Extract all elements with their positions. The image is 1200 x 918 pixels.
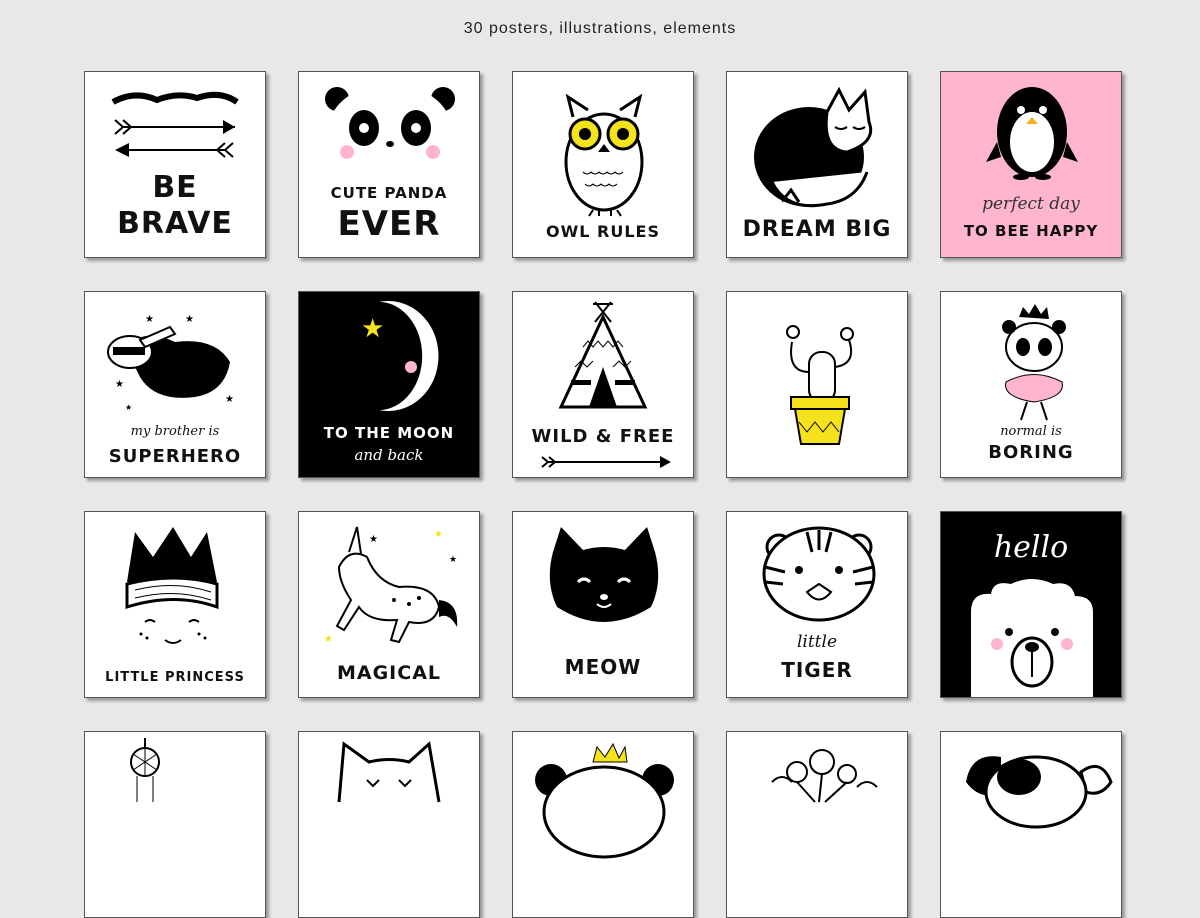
poster-text-line-1: normal is [1000, 424, 1062, 439]
cactus-icon [786, 325, 854, 445]
poster-grid: BE BRAVE CUTE PANDA EVER OWL RULES DREAM… [84, 71, 1122, 918]
poster-text-line-1: TO THE MOON [323, 424, 455, 442]
svg-text:★: ★ [361, 314, 384, 344]
panda-crown-icon [535, 742, 674, 859]
poster-text-line-2: TO BEE HAPPY [963, 222, 1099, 240]
poster-dreamcatcher[interactable] [84, 731, 266, 918]
poster-owl-rules[interactable]: OWL RULES [512, 71, 694, 258]
poster-text-line-2: and back [354, 446, 424, 464]
poster-text-line-1: perfect day [982, 194, 1080, 214]
poster-moon[interactable]: ★ TO THE MOON and back [298, 291, 480, 478]
svg-text:★: ★ [125, 403, 132, 412]
poster-text-line-2: SUPERHERO [108, 446, 242, 467]
flowers-icon [771, 749, 878, 803]
page-title: 30 posters, illustrations, elements [463, 20, 737, 37]
poster-panda-crown[interactable] [512, 731, 694, 918]
svg-text:★: ★ [324, 634, 333, 645]
poster-princess[interactable]: LITTLE PRINCESS [84, 511, 266, 698]
poster-text-line-2: BORING [988, 442, 1074, 463]
poster-text-line-1: LITTLE PRINCESS [105, 670, 245, 685]
svg-text:★: ★ [115, 379, 124, 390]
poster-text-line-2: TIGER [781, 658, 853, 682]
svg-text:★: ★ [369, 534, 378, 545]
poster-text-line-1: OWL RULES [546, 222, 660, 241]
poster-cactus[interactable] [726, 291, 908, 478]
svg-text:★: ★ [225, 394, 234, 405]
cat-outline-icon [337, 741, 441, 803]
poster-magical[interactable]: ★ ★ ★ ★ MAGICAL [298, 511, 480, 698]
poster-superhero[interactable]: ★ ★ ★ ★ ★ my brother is SUPERHERO [84, 291, 266, 478]
poster-bee-happy[interactable]: perfect day TO BEE HAPPY [940, 71, 1122, 258]
poster-puppy[interactable] [940, 731, 1122, 918]
poster-text-line-1: my brother is [130, 424, 220, 439]
poster-text-line-1: hello [993, 530, 1069, 565]
poster-wild-free[interactable]: WILD & FREE [512, 291, 694, 478]
teepee-icon [541, 301, 671, 468]
poster-text-line-1: DREAM BIG [742, 217, 892, 242]
poster-text-line-1: MEOW [564, 655, 642, 679]
poster-cat-sleep[interactable] [298, 731, 480, 918]
poster-text-line-1: little [796, 632, 838, 652]
svg-text:★: ★ [449, 555, 457, 565]
svg-text:★: ★ [185, 314, 194, 325]
puppy-icon [966, 755, 1113, 829]
poster-text-line-2: EVER [337, 204, 441, 244]
poster-boring[interactable]: normal is BORING [940, 291, 1122, 478]
poster-text-line-2: BRAVE [117, 206, 233, 241]
poster-text-line-1: MAGICAL [336, 662, 442, 684]
poster-hello[interactable]: hello [940, 511, 1122, 698]
poster-cute-panda[interactable]: CUTE PANDA EVER [298, 71, 480, 258]
poster-tiger[interactable]: little TIGER [726, 511, 908, 698]
svg-text:★: ★ [145, 314, 154, 325]
poster-dream-big[interactable]: DREAM BIG [726, 71, 908, 258]
poster-be-brave[interactable]: BE BRAVE [84, 71, 266, 258]
poster-text-line-1: BE [152, 170, 198, 205]
poster-text-line-1: WILD & FREE [531, 426, 675, 447]
poster-flowers[interactable] [726, 731, 908, 918]
poster-meow[interactable]: MEOW [512, 511, 694, 698]
svg-text:★: ★ [434, 529, 443, 540]
poster-text-line-1: CUTE PANDA [330, 184, 448, 202]
dreamcatcher-icon [130, 738, 160, 802]
